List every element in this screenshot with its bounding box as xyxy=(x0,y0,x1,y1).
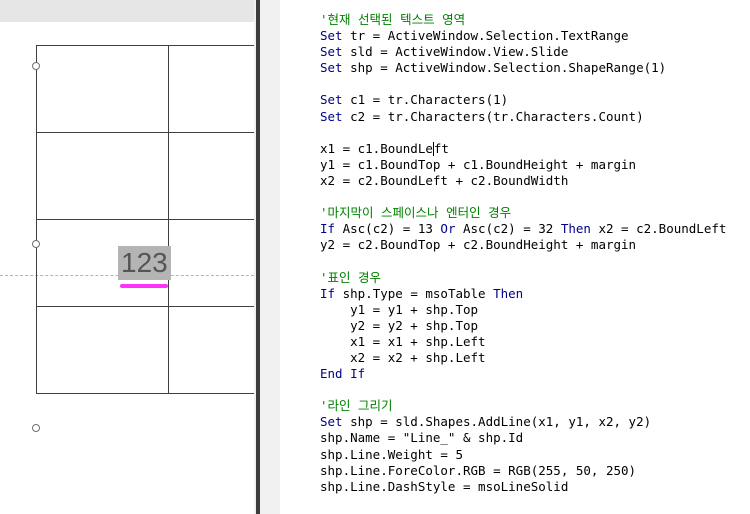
resize-handle-bottom-left[interactable] xyxy=(32,424,40,432)
code-token: x1 = x1 + shp.Left xyxy=(320,333,486,349)
code-line[interactable] xyxy=(320,253,726,269)
code-token: y2 = y2 + shp.Top xyxy=(320,317,479,333)
code-keyword: Set xyxy=(320,28,343,44)
code-comment: '표인 경우 xyxy=(320,269,382,285)
code-token: ft xyxy=(433,140,449,156)
code-line[interactable]: Set shp = sld.Shapes.AddLine(x1, y1, x2,… xyxy=(320,414,726,430)
code-comment: '현재 선택된 텍스트 영역 xyxy=(320,12,466,27)
code-line[interactable]: Set tr = ActiveWindow.Selection.TextRang… xyxy=(320,28,726,44)
code-token: Asc(c2) = 32 xyxy=(455,221,561,237)
code-line[interactable]: Set c1 = tr.Characters(1) xyxy=(320,92,726,108)
code-token: y1 = y1 + shp.Top xyxy=(320,301,479,317)
drawn-underline-line[interactable] xyxy=(120,284,168,288)
code-line[interactable]: If shp.Type = msoTable Then xyxy=(320,286,726,302)
code-line[interactable]: x1 = x1 + shp.Left xyxy=(320,334,726,350)
code-line[interactable]: y2 = c2.BoundTop + c2.BoundHeight + marg… xyxy=(320,237,726,253)
code-comment: '라인 그리기 xyxy=(320,398,393,414)
code-line[interactable]: If Asc(c2) = 13 Or Asc(c2) = 32 Then x2 … xyxy=(320,221,726,237)
code-line[interactable]: '표인 경우 xyxy=(320,270,726,286)
table-cell[interactable] xyxy=(167,45,254,133)
code-keyword: Set xyxy=(320,60,343,76)
code-token: shp = ActiveWindow.Selection.ShapeRange(… xyxy=(342,60,667,76)
slide-pane: 123 xyxy=(0,0,254,514)
code-keyword: Set xyxy=(320,108,343,124)
table-cell[interactable] xyxy=(36,132,169,220)
code-line[interactable]: End If xyxy=(320,366,726,382)
code-line[interactable]: y1 = c1.BoundTop + c1.BoundHeight + marg… xyxy=(320,157,726,173)
code-token: tr = ActiveWindow.Selection.TextRange xyxy=(342,28,629,44)
code-token: c1 = tr.Characters(1) xyxy=(342,92,509,108)
code-line[interactable]: '마지막이 스페이스나 엔터인 경우 xyxy=(320,205,726,221)
code-text[interactable]: '현재 선택된 텍스트 영역 Set tr = ActiveWindow.Sele… xyxy=(320,12,726,495)
code-keyword: If xyxy=(320,221,336,237)
splitter-divider xyxy=(256,0,260,514)
code-token: x2 = x2 + shp.Left xyxy=(320,349,486,365)
table-cell[interactable] xyxy=(36,45,169,133)
table-cell[interactable] xyxy=(167,132,254,220)
code-line[interactable]: x2 = c2.BoundLeft + c2.BoundWidth xyxy=(320,173,726,189)
code-line[interactable] xyxy=(320,382,726,398)
code-token: shp.Line.Weight = 5 xyxy=(320,446,463,462)
code-line[interactable]: '현재 선택된 텍스트 영역 xyxy=(320,12,726,28)
code-token: y1 = c1.BoundTop + c1.BoundHeight + marg… xyxy=(320,156,637,172)
code-token: shp.Type = msoTable xyxy=(335,285,494,301)
code-line[interactable]: '라인 그리기 xyxy=(320,398,726,414)
code-token: shp.Line.ForeColor.RGB = RGB(255, 50, 25… xyxy=(320,462,637,478)
code-line[interactable]: x1 = c1.BoundLeft xyxy=(320,141,726,157)
code-keyword: Then xyxy=(493,285,524,301)
vba-code-editor[interactable]: '현재 선택된 텍스트 영역 Set tr = ActiveWindow.Sele… xyxy=(280,0,750,514)
code-token: x2 = c2.BoundLeft + c2.BoundWidth xyxy=(320,172,569,188)
code-token: Asc(c2) = 13 xyxy=(335,221,441,237)
code-line[interactable]: shp.Line.DashStyle = msoLineSolid xyxy=(320,479,726,495)
code-line[interactable]: x2 = x2 + shp.Left xyxy=(320,350,726,366)
code-keyword: Set xyxy=(320,414,343,430)
code-token: shp.Name = "Line_" & shp.Id xyxy=(320,430,524,446)
code-keyword: Set xyxy=(320,92,343,108)
code-line[interactable]: shp.Line.ForeColor.RGB = RGB(255, 50, 25… xyxy=(320,463,726,479)
code-line[interactable]: shp.Line.Weight = 5 xyxy=(320,447,726,463)
resize-handle-top-left[interactable] xyxy=(32,62,40,70)
code-line[interactable]: y2 = y2 + shp.Top xyxy=(320,318,726,334)
code-token: shp = sld.Shapes.AddLine(x1, y1, x2, y2) xyxy=(342,414,652,430)
code-keyword: End If xyxy=(320,366,366,382)
code-token: sld = ActiveWindow.View.Slide xyxy=(342,44,569,60)
code-line[interactable]: shp.Name = "Line_" & shp.Id xyxy=(320,430,726,446)
code-keyword: Then xyxy=(560,221,591,237)
code-line[interactable]: Set c2 = tr.Characters(tr.Characters.Cou… xyxy=(320,109,726,125)
code-line[interactable] xyxy=(320,125,726,141)
code-token: x2 = c2.BoundLeft xyxy=(590,221,727,237)
code-keyword: Or xyxy=(440,221,456,237)
code-line[interactable]: Set sld = ActiveWindow.View.Slide xyxy=(320,44,726,60)
code-token: x1 = c1.BoundLe xyxy=(320,140,433,156)
code-comment: '마지막이 스페이스나 엔터인 경우 xyxy=(320,205,512,221)
code-line[interactable] xyxy=(320,189,726,205)
table-cell[interactable] xyxy=(36,306,169,394)
code-token: y2 = c2.BoundTop + c2.BoundHeight + marg… xyxy=(320,237,637,253)
code-keyword: If xyxy=(320,285,336,301)
code-token: shp.Line.DashStyle = msoLineSolid xyxy=(320,478,569,494)
selected-cell-text[interactable]: 123 xyxy=(118,246,171,280)
code-keyword: Set xyxy=(320,44,343,60)
table-cell[interactable] xyxy=(167,306,254,394)
code-line[interactable]: y1 = y1 + shp.Top xyxy=(320,302,726,318)
slide-table[interactable] xyxy=(36,45,254,394)
table-cell[interactable] xyxy=(167,219,254,307)
code-token: c2 = tr.Characters(tr.Characters.Count) xyxy=(342,108,644,124)
resize-handle-middle-left[interactable] xyxy=(32,240,40,248)
code-line[interactable]: Set shp = ActiveWindow.Selection.ShapeRa… xyxy=(320,60,726,76)
code-line[interactable] xyxy=(320,76,726,92)
